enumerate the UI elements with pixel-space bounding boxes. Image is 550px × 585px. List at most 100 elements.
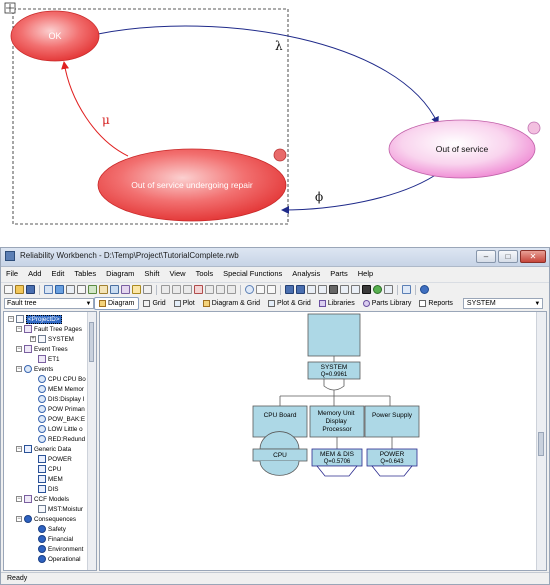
transition-lambda-arc[interactable]: [97, 25, 439, 125]
menu-add[interactable]: Add: [23, 267, 46, 281]
move-handle-icon[interactable]: [4, 2, 16, 14]
tab-diagram-grid[interactable]: Diagram & Grid: [199, 298, 264, 309]
title-bar[interactable]: Reliability Workbench - D:\Temp\Project\…: [1, 248, 549, 267]
tree-item-fault-tree-pages[interactable]: − Fault Tree Pages: [16, 324, 82, 334]
save-icon[interactable]: [26, 285, 35, 294]
tree-scrollbar-thumb[interactable]: [89, 322, 94, 362]
menu-file[interactable]: File: [1, 267, 23, 281]
library-icon[interactable]: [121, 285, 130, 294]
menu-parts[interactable]: Parts: [325, 267, 353, 281]
tree-item-generic[interactable]: CPU: [38, 464, 61, 474]
menu-tools[interactable]: Tools: [191, 267, 219, 281]
diagram-canvas[interactable]: SYSTEM Q=0.9961 CPU Board CPU Memory Uni…: [99, 311, 547, 571]
page-icon[interactable]: [256, 285, 265, 294]
transfer-in-icon[interactable]: [371, 465, 413, 477]
tree-item-event[interactable]: POW Priman: [38, 404, 85, 414]
filter-icon[interactable]: [55, 285, 64, 294]
wizard-icon[interactable]: [132, 285, 141, 294]
export-icon[interactable]: [110, 285, 119, 294]
collapse-icon[interactable]: −: [16, 346, 22, 352]
undo-icon[interactable]: [245, 285, 254, 294]
tree-item-event[interactable]: CPU CPU Bo: [38, 374, 86, 384]
tree-item-event[interactable]: LOW Little o: [38, 424, 83, 434]
tree-item-generic[interactable]: MEM: [38, 474, 63, 484]
canvas-scrollbar[interactable]: [536, 312, 546, 570]
tree-item-generic[interactable]: DIS: [38, 484, 59, 494]
properties-icon[interactable]: [66, 285, 75, 294]
collapse-icon[interactable]: −: [8, 316, 14, 322]
collapse-icon[interactable]: −: [16, 516, 22, 522]
tree-item-event-trees[interactable]: − Event Trees: [16, 344, 68, 354]
menu-tables[interactable]: Tables: [69, 267, 101, 281]
collapse-icon[interactable]: −: [16, 446, 22, 452]
power-supply-box[interactable]: [364, 405, 420, 438]
menu-shift[interactable]: Shift: [139, 267, 164, 281]
align-icon[interactable]: [318, 285, 327, 294]
tree-item-event[interactable]: RED:Redund: [38, 434, 85, 444]
calculator-icon[interactable]: [351, 285, 360, 294]
tab-plot[interactable]: Plot: [170, 298, 199, 309]
edit-icon[interactable]: [44, 285, 53, 294]
state-out-of-service[interactable]: Out of service: [388, 119, 536, 179]
top-event-box[interactable]: [307, 313, 361, 357]
page-setup-icon[interactable]: [267, 285, 276, 294]
tree-item-events[interactable]: − Events: [16, 364, 53, 374]
project-tree[interactable]: − <ProjectD> − Fault Tree Pages + SYSTEM…: [3, 311, 97, 571]
tree-item-event[interactable]: POW_BAK:E: [38, 414, 85, 424]
state-repair[interactable]: Out of service undergoing repair: [97, 148, 287, 222]
help-icon[interactable]: [420, 285, 429, 294]
system-select[interactable]: SYSTEM ▼: [462, 298, 543, 309]
tree-item-consequences[interactable]: − Consequences: [16, 514, 76, 524]
maximize-button[interactable]: □: [498, 250, 518, 263]
state-ok[interactable]: OK: [10, 10, 100, 62]
replace-icon[interactable]: [227, 285, 236, 294]
duplicate-icon[interactable]: [205, 285, 214, 294]
tab-diagram[interactable]: Diagram: [94, 297, 140, 310]
tab-libraries[interactable]: Libraries: [315, 298, 359, 309]
delete-icon[interactable]: [194, 285, 203, 294]
tree-item-ccf[interactable]: MST:Moistur: [38, 504, 83, 514]
move-up-icon[interactable]: [285, 285, 294, 294]
find-icon[interactable]: [216, 285, 225, 294]
list-icon[interactable]: [307, 285, 316, 294]
tab-parts-library[interactable]: Parts Library: [359, 298, 416, 309]
collapse-icon[interactable]: −: [16, 326, 22, 332]
canvas-scrollbar-thumb[interactable]: [538, 432, 544, 456]
tree-item-et1[interactable]: ET1: [38, 354, 60, 364]
import-icon[interactable]: [99, 285, 108, 294]
tree-item-consequence[interactable]: Environment: [38, 544, 83, 554]
tree-item-event[interactable]: MEM Memor: [38, 384, 84, 394]
transition-mu-arc[interactable]: [61, 61, 129, 157]
close-button[interactable]: ✕: [520, 250, 546, 263]
or-gate-icon[interactable]: [323, 378, 345, 391]
menu-view[interactable]: View: [164, 267, 190, 281]
copy-icon[interactable]: [172, 285, 181, 294]
tree-type-select[interactable]: Fault tree ▼: [4, 298, 94, 309]
zoom-icon[interactable]: [402, 285, 411, 294]
transition-phi-arc[interactable]: [281, 171, 441, 214]
menu-help[interactable]: Help: [353, 267, 378, 281]
tree-item-event[interactable]: DIS:Display I: [38, 394, 84, 404]
tools-icon[interactable]: [384, 285, 393, 294]
tree-item-project[interactable]: − <ProjectD>: [8, 314, 62, 324]
tree-scrollbar[interactable]: [87, 312, 96, 570]
move-down-icon[interactable]: [296, 285, 305, 294]
grid-icon[interactable]: [340, 285, 349, 294]
run-analysis-icon[interactable]: [373, 285, 382, 294]
tab-grid[interactable]: Grid: [139, 298, 169, 309]
menu-special-functions[interactable]: Special Functions: [218, 267, 287, 281]
tree-item-consequence[interactable]: Financial: [38, 534, 73, 544]
menu-analysis[interactable]: Analysis: [287, 267, 325, 281]
tree-item-ccf-models[interactable]: − CCF Models: [16, 494, 69, 504]
table-icon[interactable]: [77, 285, 86, 294]
cut-icon[interactable]: [161, 285, 170, 294]
tree-item-generic-data[interactable]: − Generic Data: [16, 444, 71, 454]
collapse-icon[interactable]: −: [16, 496, 22, 502]
chart-icon[interactable]: [88, 285, 97, 294]
traffic-light-icon[interactable]: [362, 285, 371, 294]
menu-edit[interactable]: Edit: [46, 267, 69, 281]
transfer-in-icon[interactable]: [316, 465, 358, 477]
open-folder-icon[interactable]: [15, 285, 24, 294]
tree-item-generic[interactable]: POWER: [38, 454, 72, 464]
tab-plot-grid[interactable]: Plot & Grid: [264, 298, 315, 309]
